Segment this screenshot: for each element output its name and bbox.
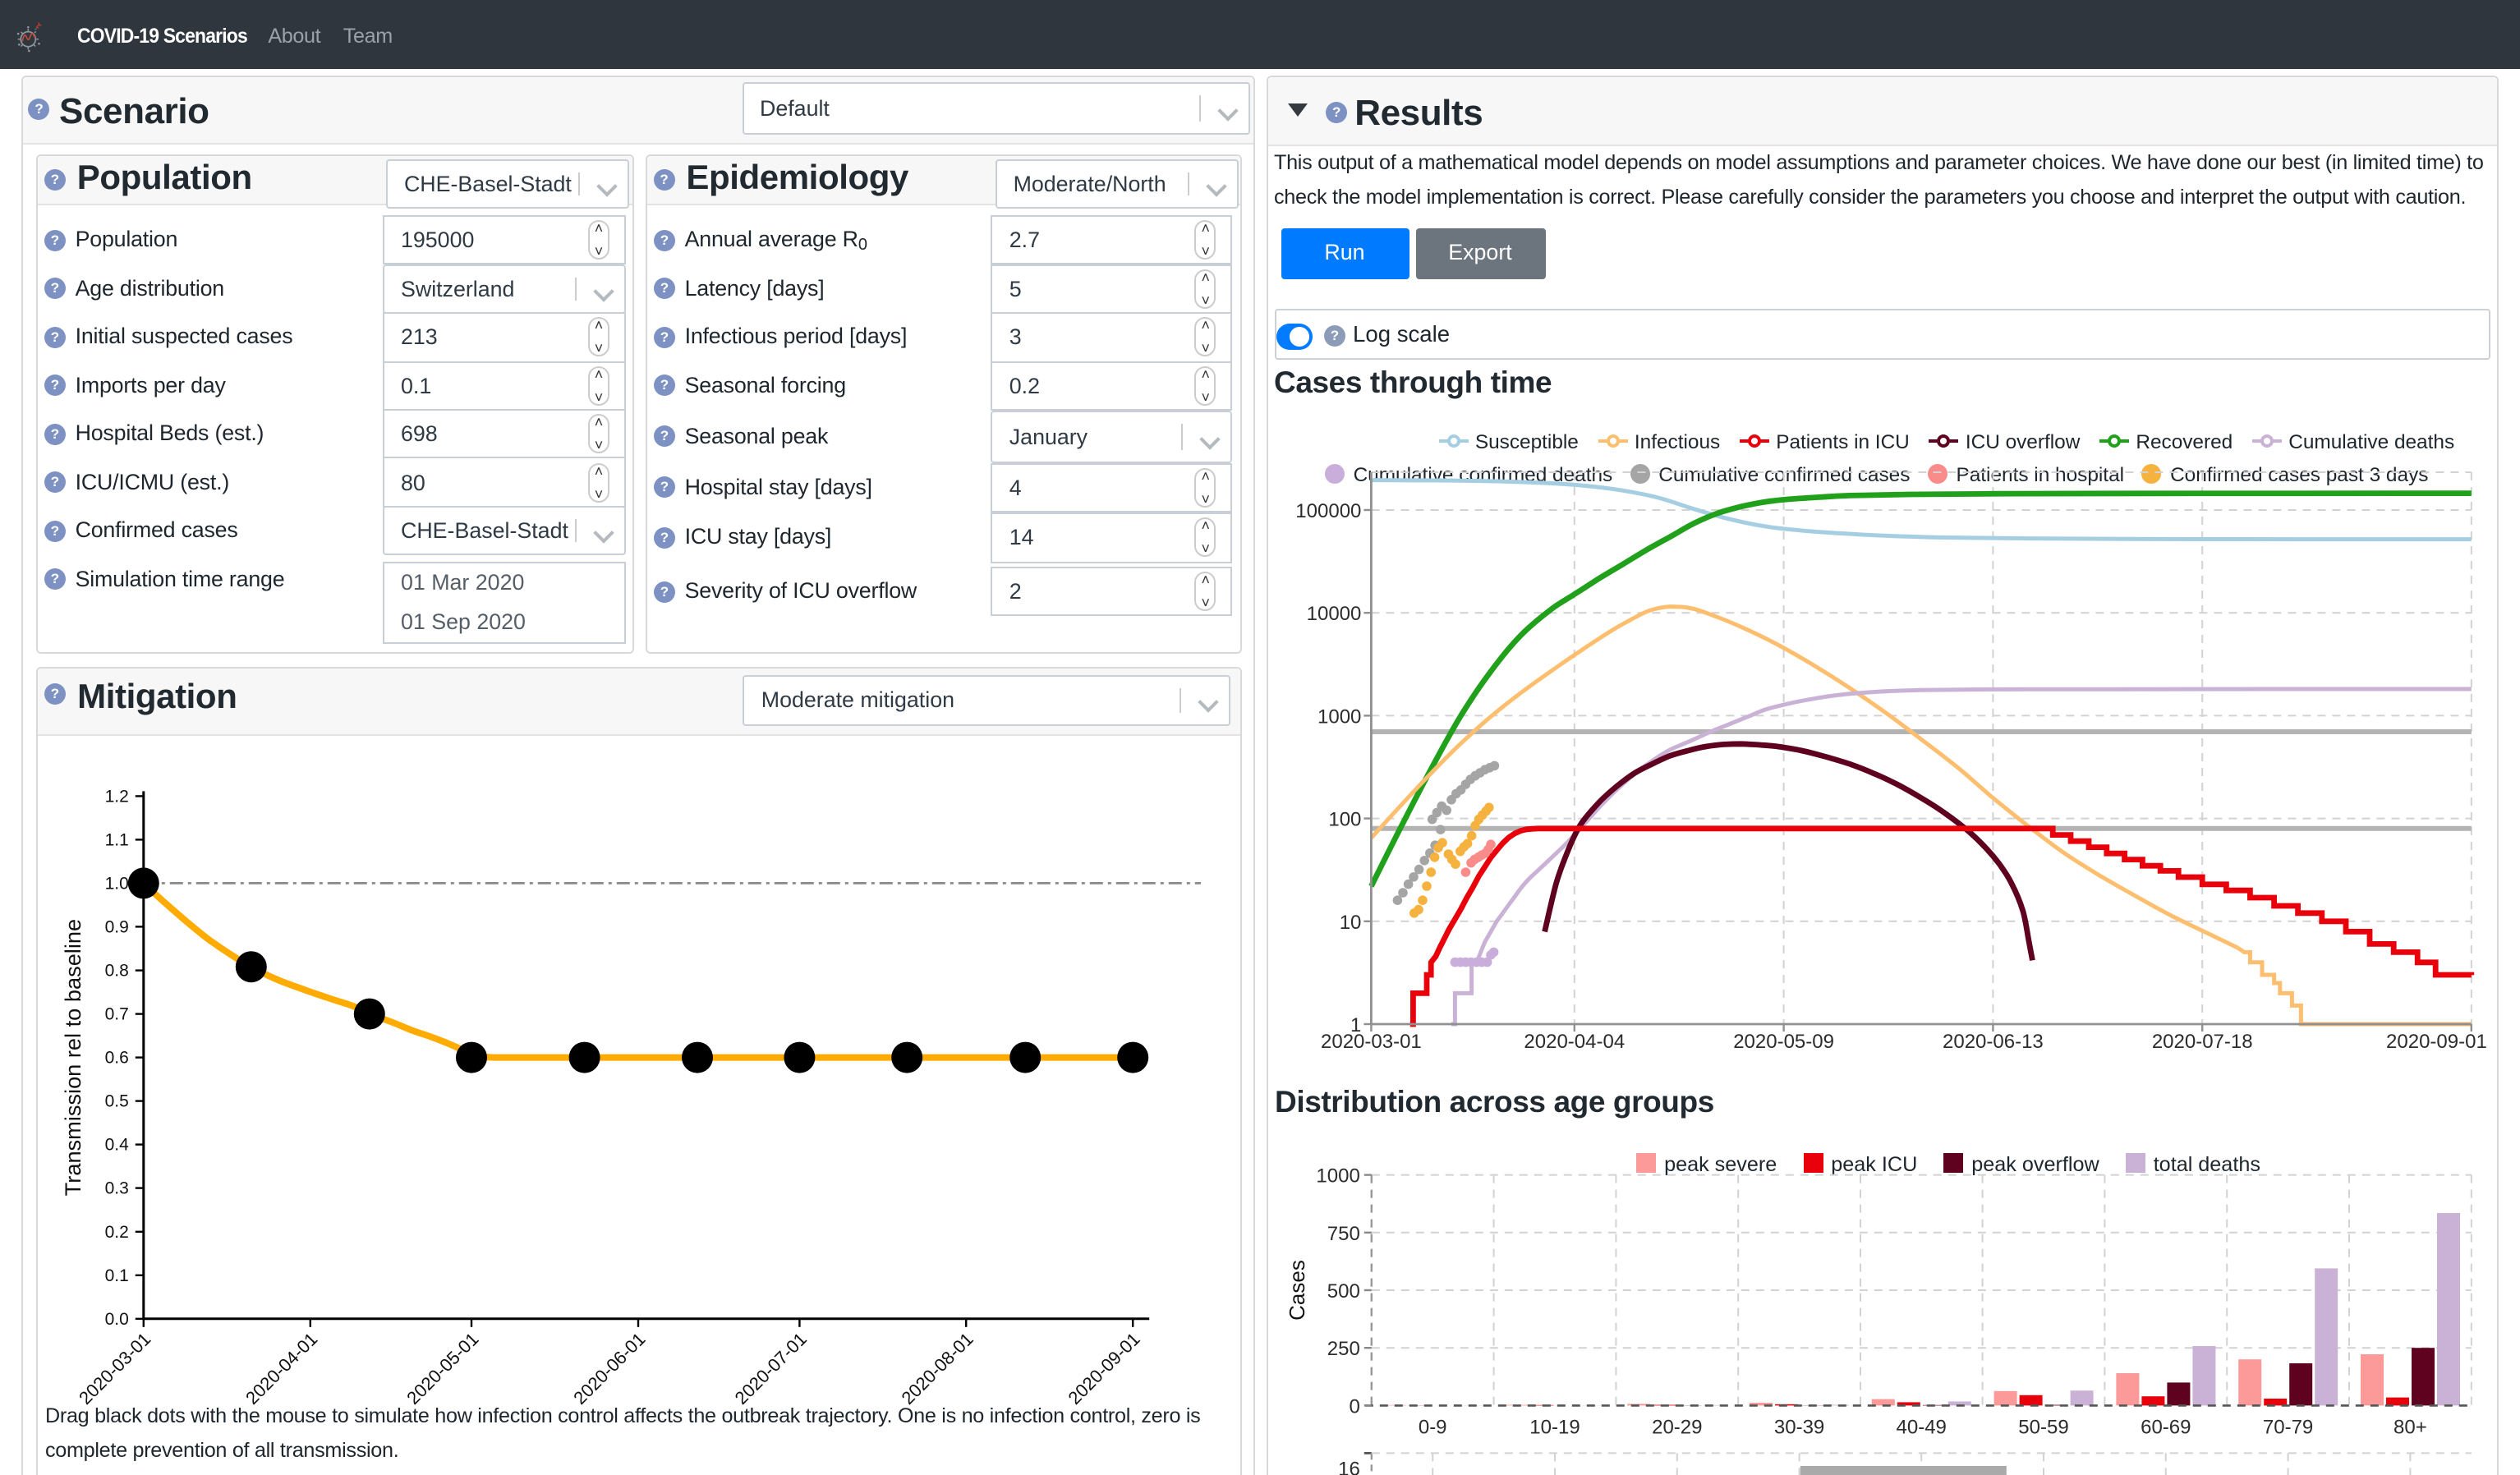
svg-text:0.5: 0.5 — [105, 1092, 129, 1111]
svg-text:1000: 1000 — [1317, 705, 1360, 728]
svg-text:10: 10 — [1339, 912, 1361, 934]
svg-text:0.9: 0.9 — [105, 917, 129, 936]
svg-text:500: 500 — [1327, 1280, 1359, 1303]
svg-text:60-69: 60-69 — [2140, 1416, 2190, 1438]
svg-text:2020-06-01: 2020-06-01 — [570, 1329, 650, 1408]
svg-text:1.2: 1.2 — [105, 787, 129, 806]
svg-text:30-39: 30-39 — [1773, 1416, 1823, 1438]
svg-text:2020-07-01: 2020-07-01 — [731, 1329, 811, 1408]
svg-text:2020-04-01: 2020-04-01 — [242, 1329, 322, 1408]
svg-text:0-9: 0-9 — [1418, 1416, 1446, 1438]
svg-text:2020-06-13: 2020-06-13 — [1942, 1031, 2043, 1053]
svg-text:2020-04-04: 2020-04-04 — [1524, 1031, 1625, 1053]
svg-text:2020-07-18: 2020-07-18 — [2151, 1031, 2252, 1053]
svg-text:1000: 1000 — [1316, 1165, 1359, 1188]
svg-text:1.1: 1.1 — [105, 830, 129, 849]
svg-text:750: 750 — [1327, 1223, 1359, 1245]
svg-text:70-79: 70-79 — [2262, 1416, 2312, 1438]
svg-text:Transmission rel to baseline: Transmission rel to baseline — [61, 919, 86, 1196]
svg-text:250: 250 — [1327, 1338, 1359, 1360]
svg-text:0.3: 0.3 — [105, 1179, 129, 1198]
svg-text:2020-05-09: 2020-05-09 — [1732, 1031, 1833, 1053]
svg-text:0.1: 0.1 — [105, 1266, 129, 1285]
svg-text:0: 0 — [1349, 1395, 1359, 1418]
svg-text:0.8: 0.8 — [105, 962, 129, 981]
svg-text:100: 100 — [1328, 809, 1361, 831]
svg-text:16: 16 — [1337, 1459, 1359, 1475]
svg-text:0.7: 0.7 — [105, 1005, 129, 1024]
svg-text:2020-09-01: 2020-09-01 — [1065, 1329, 1144, 1408]
svg-text:2020-03-01: 2020-03-01 — [76, 1329, 155, 1408]
svg-text:0.6: 0.6 — [105, 1049, 129, 1068]
svg-text:50-59: 50-59 — [2017, 1416, 2067, 1438]
svg-text:0.2: 0.2 — [105, 1223, 129, 1242]
svg-text:80+: 80+ — [2393, 1416, 2426, 1438]
svg-text:Cases: Cases — [1284, 1260, 1308, 1321]
svg-text:10-19: 10-19 — [1529, 1416, 1579, 1438]
svg-text:1.0: 1.0 — [105, 874, 129, 893]
svg-text:10000: 10000 — [1306, 603, 1361, 625]
svg-text:100000: 100000 — [1294, 500, 1360, 522]
svg-text:20-29: 20-29 — [1651, 1416, 1701, 1438]
svg-text:0.0: 0.0 — [105, 1310, 129, 1329]
svg-text:40-49: 40-49 — [1896, 1416, 1946, 1438]
svg-text:2020-03-01: 2020-03-01 — [1320, 1031, 1421, 1053]
svg-text:2020-05-01: 2020-05-01 — [403, 1329, 483, 1408]
svg-text:0.4: 0.4 — [105, 1136, 130, 1155]
svg-text:2020-08-01: 2020-08-01 — [898, 1329, 977, 1408]
svg-text:2020-09-01: 2020-09-01 — [2385, 1031, 2486, 1053]
